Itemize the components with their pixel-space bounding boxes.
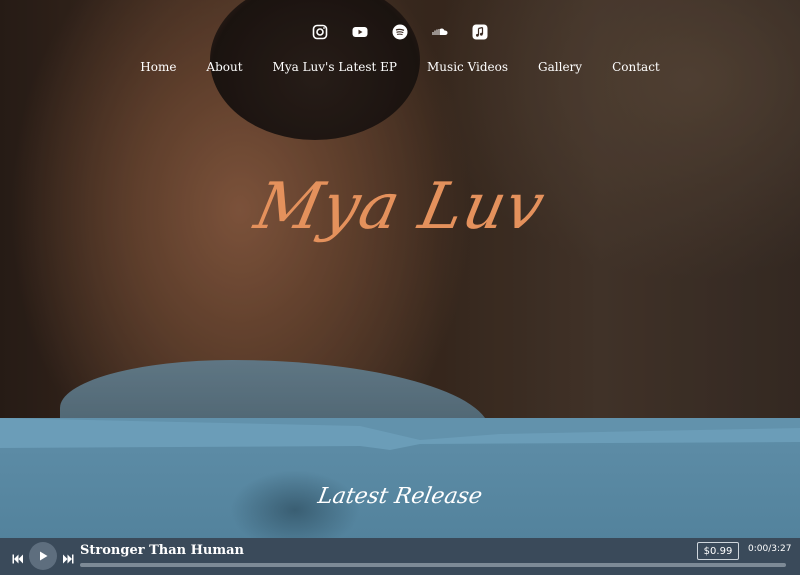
nav-contact[interactable]: Contact bbox=[612, 60, 660, 74]
instagram-icon[interactable] bbox=[312, 24, 328, 40]
track-title: Stronger Than Human bbox=[80, 543, 244, 558]
apple-music-icon[interactable] bbox=[472, 24, 488, 40]
play-button[interactable] bbox=[29, 542, 57, 570]
buy-track-button[interactable]: $0.99 bbox=[697, 542, 739, 560]
nav-gallery[interactable]: Gallery bbox=[538, 60, 582, 74]
audio-player: Stronger Than Human $0.99 0:00/3:27 bbox=[0, 538, 800, 575]
main-nav: Home About Mya Luv's Latest EP Music Vid… bbox=[0, 60, 800, 74]
progress-bar[interactable] bbox=[80, 563, 786, 567]
section-wave-divider bbox=[0, 418, 800, 450]
hero-section: Home About Mya Luv's Latest EP Music Vid… bbox=[0, 0, 800, 450]
nav-about[interactable]: About bbox=[206, 60, 242, 74]
nav-home[interactable]: Home bbox=[140, 60, 176, 74]
skip-back-icon[interactable] bbox=[12, 550, 24, 564]
artist-title: Mya Luv bbox=[248, 170, 552, 244]
nav-latest-ep[interactable]: Mya Luv's Latest EP bbox=[273, 60, 397, 74]
play-icon bbox=[40, 551, 48, 561]
soundcloud-icon[interactable] bbox=[432, 24, 448, 40]
nav-music-videos[interactable]: Music Videos bbox=[427, 60, 508, 74]
youtube-icon[interactable] bbox=[352, 24, 368, 40]
latest-release-heading: Latest Release bbox=[315, 484, 485, 509]
skip-forward-icon[interactable] bbox=[62, 550, 74, 564]
social-links bbox=[0, 24, 800, 40]
spotify-icon[interactable] bbox=[392, 24, 408, 40]
track-time: 0:00/3:27 bbox=[748, 544, 792, 554]
